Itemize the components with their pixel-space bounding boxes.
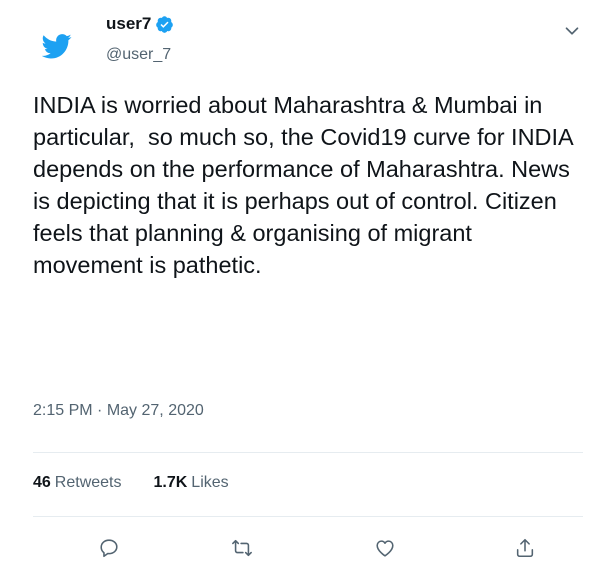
- tweet-date[interactable]: May 27, 2020: [107, 402, 204, 419]
- reply-button[interactable]: [91, 530, 127, 566]
- retweet-icon: [232, 539, 252, 557]
- like-icon: [376, 540, 394, 557]
- retweet-button[interactable]: [224, 530, 260, 566]
- chevron-down-icon[interactable]: [561, 20, 583, 42]
- tweet-stats: 46 Retweets 1.7K Likes: [33, 474, 229, 492]
- retweets-stat[interactable]: 46 Retweets: [33, 474, 122, 492]
- likes-label: Likes: [191, 474, 229, 491]
- tweet-time[interactable]: 2:15 PM: [33, 402, 93, 419]
- display-name[interactable]: user7: [106, 14, 151, 34]
- retweets-label: Retweets: [54, 474, 122, 491]
- retweets-count: 46: [33, 474, 51, 491]
- avatar[interactable]: [33, 22, 81, 70]
- twitter-bird-icon: [42, 34, 72, 59]
- divider: [33, 516, 583, 517]
- tweet-card: user7 @user_7 INDIA is worried about Mah…: [0, 0, 600, 578]
- likes-count: 1.7K: [153, 474, 188, 491]
- user-handle[interactable]: @user_7: [106, 46, 174, 64]
- like-button[interactable]: [367, 530, 403, 566]
- likes-stat[interactable]: 1.7K Likes: [154, 474, 229, 492]
- share-button[interactable]: [507, 530, 543, 566]
- action-bar: [33, 530, 583, 566]
- share-icon: [516, 538, 534, 558]
- meta-separator: ·: [97, 402, 103, 419]
- tweet-timestamp: 2:15 PM · May 27, 2020: [33, 402, 204, 420]
- tweet-text: INDIA is worried about Maharashtra & Mum…: [33, 92, 579, 278]
- author-info: user7 @user_7: [106, 12, 174, 64]
- verified-badge-icon: [156, 15, 174, 33]
- reply-icon: [100, 539, 118, 558]
- divider: [33, 452, 583, 453]
